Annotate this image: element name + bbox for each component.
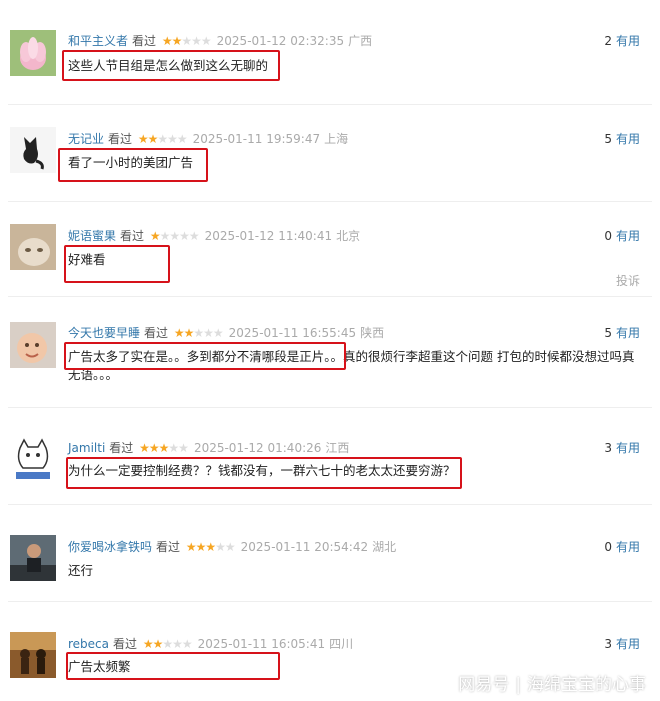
comment-text: 好难看 xyxy=(68,252,106,267)
vote-count: 0 xyxy=(604,540,612,554)
comment-location: 陕西 xyxy=(360,326,385,340)
comment-meta: rebeca 看过 ★★★★★ 2025-01-11 16:05:41 四川 xyxy=(68,636,353,652)
comment-item: 妮语蜜果 看过 ★★★★★ 2025-01-12 11:40:41 北京 0 有用 好难… xyxy=(0,202,660,296)
figures-photo-avatar[interactable] xyxy=(10,632,56,678)
useful-button[interactable]: 有用 xyxy=(616,229,640,243)
report-link[interactable]: 投诉 xyxy=(616,272,640,289)
comment-meta: 无记业 看过 ★★★★★ 2025-01-11 19:59:47 上海 xyxy=(68,131,348,147)
star-rating: ★★★★★ xyxy=(139,441,189,455)
comment-meta: 你爱喝冰拿铁吗 看过 ★★★★★ 2025-01-11 20:54:42 湖北 xyxy=(68,539,396,555)
vote-count: 2 xyxy=(604,34,612,48)
black-cat-avatar[interactable] xyxy=(10,127,56,173)
comment-item: Jamilti 看过 ★★★★★ 2025-01-12 01:40:26 江西 3 有用… xyxy=(0,408,660,504)
comment-location: 上海 xyxy=(324,132,349,146)
lotus-flower-avatar[interactable] xyxy=(10,30,56,76)
comment-item: 今天也要早睡 看过 ★★★★★ 2025-01-11 16:55:45 陕西 5 有用 … xyxy=(0,297,660,407)
useful-votes[interactable]: 0 有用 xyxy=(604,228,640,244)
useful-votes[interactable]: 5 有用 xyxy=(604,131,640,147)
username-link[interactable]: rebeca xyxy=(68,637,109,651)
baby-avatar[interactable] xyxy=(10,322,56,368)
star-rating: ★★★★★ xyxy=(149,229,200,243)
comment-item: 和平主义者 看过 ★★★★★ 2025-01-12 02:32:35 广西 2 有用 这… xyxy=(0,0,660,104)
comment-item: 你爱喝冰拿铁吗 看过 ★★★★★ 2025-01-11 20:54:42 湖北 0 有用… xyxy=(0,505,660,601)
comment-meta: 和平主义者 看过 ★★★★★ 2025-01-12 02:32:35 广西 xyxy=(68,33,372,49)
username-link[interactable]: 无记业 xyxy=(68,132,104,146)
watermark: 网易号 | 海绵宝宝的心事 xyxy=(458,670,646,695)
star-rating: ★★★★★ xyxy=(137,132,188,146)
watched-label: 看过 xyxy=(120,229,145,243)
vote-count: 3 xyxy=(604,441,612,455)
watched-label: 看过 xyxy=(132,34,157,48)
watermark-author: 海绵宝宝的心事 xyxy=(527,675,646,695)
comment-location: 湖北 xyxy=(372,540,397,554)
comment-text: 看了一小时的美团广告 xyxy=(68,155,194,170)
watched-label: 看过 xyxy=(156,540,181,554)
comment-text: 这些人节目组是怎么做到这么无聊的 xyxy=(68,58,269,73)
comment-time: 2025-01-12 01:40:26 xyxy=(193,441,322,455)
star-rating: ★★★★★ xyxy=(185,540,236,554)
comment-time: 2025-01-11 20:54:42 xyxy=(240,540,369,554)
username-link[interactable]: 妮语蜜果 xyxy=(68,229,116,243)
comment-meta: 妮语蜜果 看过 ★★★★★ 2025-01-12 11:40:41 北京 xyxy=(68,228,360,244)
useful-votes[interactable]: 5 有用 xyxy=(604,325,640,341)
useful-button[interactable]: 有用 xyxy=(616,326,640,340)
cat-photo-avatar[interactable] xyxy=(10,224,56,270)
comment-time: 2025-01-12 11:40:41 xyxy=(204,229,333,243)
useful-votes[interactable]: 2 有用 xyxy=(604,33,640,49)
useful-button[interactable]: 有用 xyxy=(616,540,640,554)
useful-votes[interactable]: 0 有用 xyxy=(604,539,640,555)
watched-label: 看过 xyxy=(144,326,169,340)
vote-count: 5 xyxy=(604,326,612,340)
vote-count: 5 xyxy=(604,132,612,146)
cartoon-cat-avatar[interactable] xyxy=(10,436,56,482)
watched-label: 看过 xyxy=(113,637,138,651)
comment-time: 2025-01-12 02:32:35 xyxy=(216,34,345,48)
username-link[interactable]: 今天也要早睡 xyxy=(68,326,140,340)
comment-time: 2025-01-11 16:55:45 xyxy=(228,326,357,340)
useful-button[interactable]: 有用 xyxy=(616,132,640,146)
comment-location: 北京 xyxy=(336,229,361,243)
watched-label: 看过 xyxy=(109,441,134,455)
useful-votes[interactable]: 3 有用 xyxy=(604,440,640,456)
useful-button[interactable]: 有用 xyxy=(616,637,640,651)
watermark-brand: 网易号 xyxy=(458,675,510,695)
comment-meta: Jamilti 看过 ★★★★★ 2025-01-12 01:40:26 江西 xyxy=(68,440,349,456)
useful-button[interactable]: 有用 xyxy=(616,441,640,455)
comment-text: 还行 xyxy=(68,563,94,578)
vote-count: 3 xyxy=(604,637,612,651)
star-rating: ★★★★★ xyxy=(142,637,193,651)
username-link[interactable]: Jamilti xyxy=(68,441,105,455)
useful-button[interactable]: 有用 xyxy=(616,34,640,48)
star-rating: ★★★★★ xyxy=(161,34,212,48)
person-photo-avatar[interactable] xyxy=(10,535,56,581)
comment-time: 2025-01-11 16:05:41 xyxy=(197,637,326,651)
comment-location: 广西 xyxy=(348,34,373,48)
comment-text: 为什么一定要控制经费？？钱都没有，一群六七十的老太太还要穷游？ xyxy=(68,463,456,478)
comment-location: 四川 xyxy=(329,637,354,651)
comment-text: 广告太多了实在是。。多到都分不清哪段是正片。。真的很烦行李超重这个问题 打包的时… xyxy=(68,349,635,382)
vote-count: 0 xyxy=(604,229,612,243)
comment-time: 2025-01-11 19:59:47 xyxy=(192,132,321,146)
username-link[interactable]: 和平主义者 xyxy=(68,34,128,48)
useful-votes[interactable]: 3 有用 xyxy=(604,636,640,652)
watched-label: 看过 xyxy=(108,132,133,146)
username-link[interactable]: 你爱喝冰拿铁吗 xyxy=(68,540,152,554)
comment-item: 无记业 看过 ★★★★★ 2025-01-11 19:59:47 上海 5 有用 看了一… xyxy=(0,105,660,201)
star-rating: ★★★★★ xyxy=(173,326,224,340)
comment-location: 江西 xyxy=(325,441,350,455)
watermark-separator: | xyxy=(515,675,521,695)
comment-meta: 今天也要早睡 看过 ★★★★★ 2025-01-11 16:55:45 陕西 xyxy=(68,325,384,341)
